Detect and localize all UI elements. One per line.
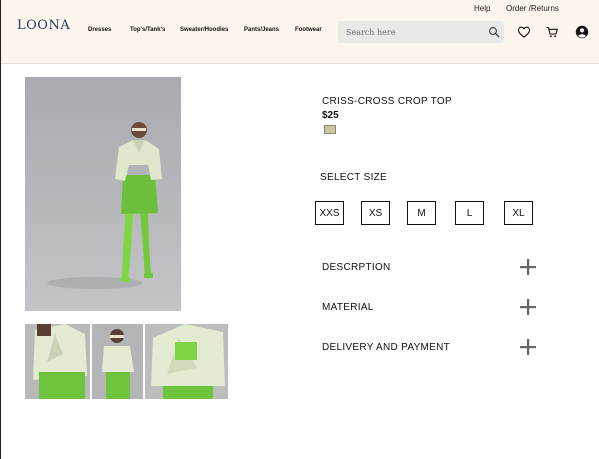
product-main-image[interactable] (25, 77, 181, 311)
accordion-material[interactable]: MATERIAL (321, 297, 541, 317)
thumbnail-image-1 (33, 324, 87, 399)
product-thumbnail-2[interactable] (92, 324, 143, 399)
size-button-m[interactable]: M (407, 201, 436, 225)
thumbnail-image-3 (151, 324, 225, 399)
accordion-label: DESCRPTION (322, 262, 391, 273)
size-button-l[interactable]: L (455, 201, 484, 225)
product-price: $25 (322, 110, 339, 121)
product-title: CRISS-CROSS CROP TOP (322, 96, 452, 107)
product-thumbnail-1[interactable] (25, 324, 90, 399)
accordion-delivery-payment[interactable]: DELIVERY AND PAYMENT (321, 337, 541, 357)
size-button-xxs[interactable]: XXS (315, 201, 344, 225)
plus-icon[interactable] (520, 299, 536, 315)
model-figure (47, 122, 162, 289)
plus-icon[interactable] (520, 259, 536, 275)
order-returns-link[interactable]: Order /Returns (506, 4, 559, 13)
plus-icon[interactable] (520, 339, 536, 355)
nav-item-pants-jeans[interactable]: Pants/Jeans (244, 27, 279, 33)
color-swatch[interactable] (324, 125, 336, 134)
size-button-xs[interactable]: XS (361, 201, 390, 225)
accordion-description[interactable]: DESCRPTION (321, 257, 541, 277)
nav-item-dresses[interactable]: Dresses (88, 27, 111, 33)
size-button-xl[interactable]: XL (504, 201, 533, 225)
product-thumbnail-3[interactable] (145, 324, 228, 399)
cart-icon[interactable] (545, 25, 559, 39)
nav-item-sweater-hoodies[interactable]: Sweater/Hoodies (180, 27, 228, 33)
accordion-label: DELIVERY AND PAYMENT (322, 342, 451, 353)
nav-item-tops-tanks[interactable]: Top's/Tank's (130, 27, 165, 33)
user-icon[interactable] (575, 25, 589, 39)
search-bar (338, 21, 504, 43)
accordion-label: MATERIAL (322, 302, 374, 313)
page: Help Order /Returns LOONA Dresses Top's/… (0, 0, 599, 459)
heart-icon[interactable] (517, 25, 531, 39)
nav-item-footwear[interactable]: Footwear (295, 27, 322, 33)
select-size-label: SELECT SIZE (320, 172, 388, 183)
site-header: Help Order /Returns LOONA Dresses Top's/… (1, 0, 599, 64)
brand-logo[interactable]: LOONA (17, 18, 70, 33)
search-icon[interactable] (488, 26, 500, 38)
thumbnail-image-2 (102, 329, 134, 399)
help-link[interactable]: Help (474, 4, 490, 13)
search-input[interactable] (346, 25, 481, 39)
